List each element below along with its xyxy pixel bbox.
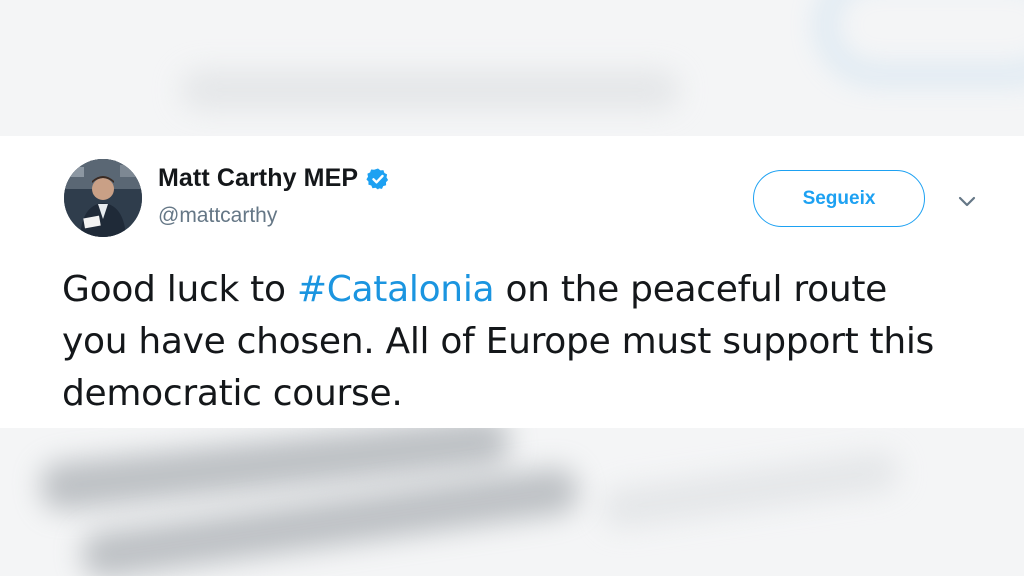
blurred-button-shape — [820, 0, 1024, 80]
tweet-text: Good luck to #Catalonia on the peaceful … — [62, 264, 962, 420]
chevron-down-icon[interactable] — [956, 190, 978, 212]
author-row: Matt Carthy MEP — [158, 164, 390, 193]
tweet-text-before: Good luck to — [62, 269, 297, 310]
author-handle[interactable]: @mattcarthy — [158, 204, 277, 228]
verified-badge-icon — [366, 168, 389, 189]
avatar[interactable] — [64, 159, 142, 237]
author-name[interactable]: Matt Carthy MEP — [158, 164, 358, 193]
blurred-text-shape — [598, 449, 902, 531]
hashtag-link[interactable]: #Catalonia — [297, 269, 495, 310]
follow-button[interactable]: Segueix — [753, 170, 925, 227]
blurred-text-shape — [180, 70, 680, 110]
avatar-photo — [64, 159, 142, 237]
